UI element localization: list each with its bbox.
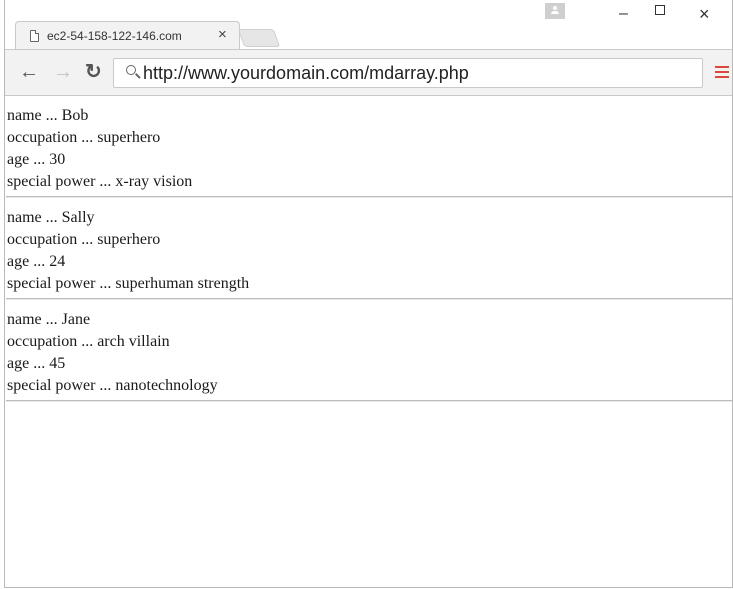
title-bar: ec2-54-158-122-146.com × – × [5, 0, 732, 50]
tab-title: ec2-54-158-122-146.com [47, 29, 182, 43]
profile-icon[interactable] [545, 3, 565, 19]
record-divider [6, 400, 732, 402]
record-special-power: special power ... x-ray vision [7, 173, 193, 190]
record-special-power: special power ... nanotechnology [7, 377, 218, 394]
new-tab-button[interactable] [237, 29, 281, 47]
browser-tab[interactable]: ec2-54-158-122-146.com × [15, 21, 240, 50]
page-content: name ... Bob occupation ... superhero ag… [5, 96, 732, 587]
forward-button[interactable]: → [53, 62, 73, 82]
page-icon [30, 30, 39, 42]
record-name: name ... Sally [7, 209, 95, 226]
back-button[interactable]: ← [19, 62, 39, 82]
record-name: name ... Jane [7, 311, 91, 328]
record-special-power: special power ... superhuman strength [7, 275, 250, 292]
address-bar[interactable]: http://www.yourdomain.com/mdarray.php [113, 58, 703, 88]
record-bob: name ... Bob occupation ... superhero ag… [5, 96, 732, 198]
browser-toolbar: ← → ↻ http://www.yourdomain.com/mdarray.… [5, 49, 732, 96]
minimize-button[interactable]: – [619, 2, 628, 26]
record-occupation: occupation ... superhero [7, 231, 161, 248]
close-window-button[interactable]: × [699, 2, 710, 26]
browser-window: ec2-54-158-122-146.com × – × ← → ↻ http:… [4, 0, 733, 588]
record-age: age ... 45 [7, 355, 66, 372]
record-sally: name ... Sally occupation ... superhero … [5, 198, 732, 300]
record-age: age ... 24 [7, 253, 66, 270]
record-name: name ... Bob [7, 107, 89, 124]
menu-icon[interactable] [715, 66, 729, 78]
search-icon [126, 65, 136, 75]
record-occupation: occupation ... superhero [7, 129, 161, 146]
record-jane: name ... Jane occupation ... arch villai… [5, 300, 732, 402]
record-age: age ... 30 [7, 151, 66, 168]
tab-close-icon[interactable]: × [218, 26, 227, 43]
url-text[interactable]: http://www.yourdomain.com/mdarray.php [143, 63, 469, 84]
maximize-button[interactable] [655, 5, 665, 15]
record-occupation: occupation ... arch villain [7, 333, 170, 350]
reload-button[interactable]: ↻ [85, 62, 102, 82]
